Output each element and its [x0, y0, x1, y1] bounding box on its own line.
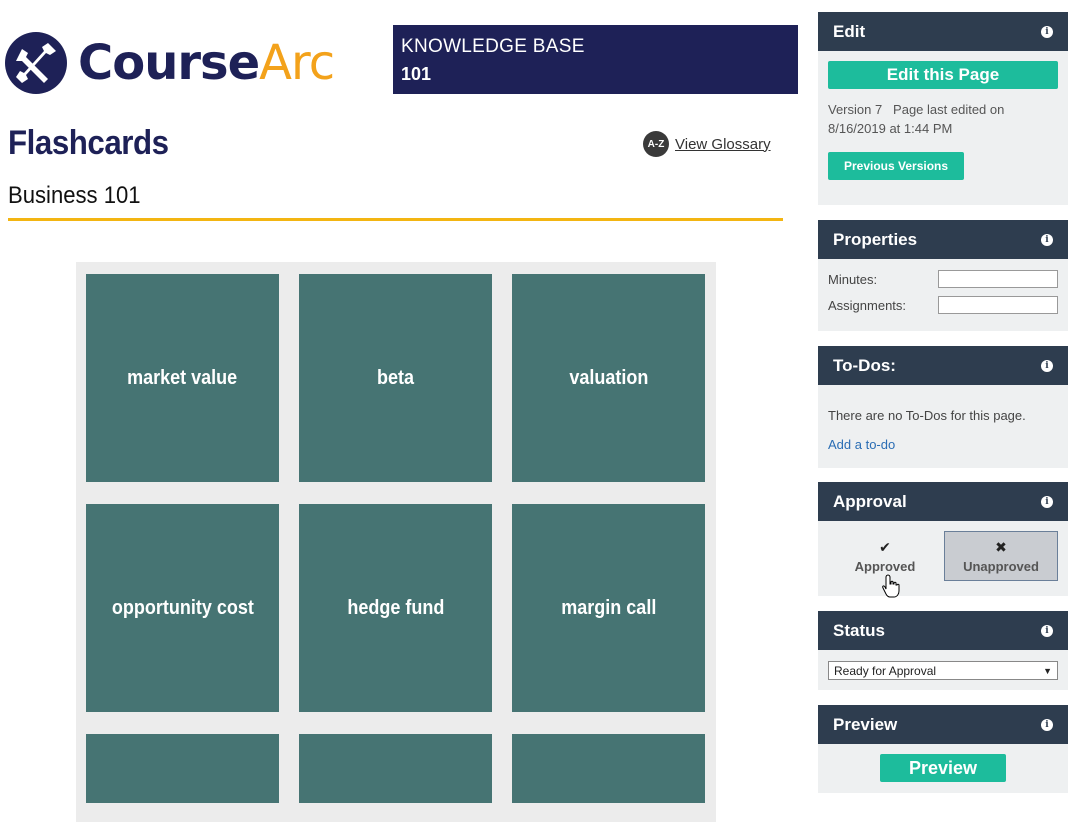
properties-panel-title: Properties [833, 229, 918, 249]
logo-wordmark: CourseArc [78, 39, 335, 87]
properties-panel: Properties i Minutes: Assignments: [818, 220, 1068, 331]
preview-panel-body: Preview [818, 744, 1068, 792]
flashcard[interactable] [512, 734, 705, 803]
coursearc-logo: CourseArc [4, 30, 335, 96]
course-title-line1: KNOWLEDGE BASE [401, 36, 585, 57]
view-glossary-link[interactable]: View Glossary [675, 136, 771, 153]
todos-panel: To-Dos: i There are no To-Dos for this p… [818, 346, 1068, 468]
flashcard-term: margin call [560, 596, 657, 619]
x-mark-icon: ✖ [995, 538, 1007, 555]
properties-panel-body: Minutes: Assignments: [818, 259, 1068, 328]
title-divider [8, 218, 783, 221]
flashcard-term: hedge fund [346, 596, 444, 619]
unapproved-label: Unapproved [963, 558, 1039, 574]
assignments-input[interactable] [938, 296, 1058, 314]
info-icon[interactable]: i [1041, 25, 1053, 38]
flashcard-term: market value [127, 366, 238, 389]
preview-button[interactable]: Preview [880, 754, 1006, 782]
status-panel-header: Status i [818, 611, 1068, 650]
assignments-row: Assignments: [828, 292, 1058, 318]
version-info: Version 7 Page last edited on 8/16/2019 … [828, 102, 1008, 136]
todos-panel-body: There are no To-Dos for this page. Add a… [818, 385, 1068, 462]
preview-panel-title: Preview [833, 714, 898, 734]
edit-this-page-button[interactable]: Edit this Page [828, 61, 1058, 89]
flashcard[interactable]: valuation [512, 274, 705, 482]
info-icon[interactable]: i [1041, 233, 1053, 246]
todos-panel-title: To-Dos: [833, 355, 896, 375]
course-title-line2: 101 [401, 64, 432, 84]
page-title: Flashcards [8, 124, 169, 162]
flashcard[interactable]: margin call [512, 504, 705, 712]
wrench-screwdriver-logo-icon [5, 32, 67, 94]
page-subtitle: Business 101 [8, 182, 141, 209]
approval-panel-title: Approval [833, 491, 907, 511]
dropdown-arrow-icon: ▼ [1043, 665, 1052, 676]
flashcard[interactable]: opportunity cost [86, 504, 279, 712]
minutes-label: Minutes: [828, 271, 878, 287]
info-icon[interactable]: i [1041, 624, 1053, 637]
flashcard[interactable] [86, 734, 279, 803]
flashcard-grid: market value beta valuation opportunity … [76, 262, 716, 822]
checkmark-icon: ✔ [879, 538, 891, 555]
approval-options: ✔ Approved ✖ Unapproved [818, 521, 1068, 591]
info-icon[interactable]: i [1041, 359, 1053, 372]
assignments-label: Assignments: [828, 297, 907, 313]
edit-panel-header: Edit i [818, 12, 1068, 51]
status-panel-title: Status [833, 620, 885, 640]
info-icon[interactable]: i [1041, 495, 1053, 508]
todos-panel-header: To-Dos: i [818, 346, 1068, 385]
no-todos-text: There are no To-Dos for this page. [828, 408, 1026, 423]
approval-panel-header: Approval i [818, 482, 1068, 521]
properties-panel-header: Properties i [818, 220, 1068, 259]
edit-panel-title: Edit [833, 21, 866, 41]
status-panel-body: Ready for Approval ▼ [818, 650, 1068, 690]
flashcard[interactable]: market value [86, 274, 279, 482]
hand-pointer-cursor-icon [882, 574, 900, 598]
logo-arc: Arc [259, 35, 335, 91]
minutes-input[interactable] [938, 270, 1058, 288]
add-todo-link[interactable]: Add a to-do [828, 437, 1058, 452]
az-glossary-icon[interactable]: A-Z [643, 131, 669, 157]
flashcard-term: valuation [568, 366, 649, 389]
flashcard-term: opportunity cost [111, 596, 254, 619]
edit-panel-body: Edit this Page Version 7 Page last edite… [818, 51, 1068, 190]
previous-versions-button[interactable]: Previous Versions [828, 152, 965, 180]
info-icon[interactable]: i [1041, 718, 1053, 731]
course-title-box: KNOWLEDGE BASE 101 [393, 25, 798, 94]
status-select[interactable]: Ready for Approval ▼ [828, 661, 1058, 680]
logo-course: Course [78, 35, 260, 91]
view-glossary[interactable]: A-Z View Glossary [643, 131, 771, 157]
edit-panel: Edit i Edit this Page Version 7 Page las… [818, 12, 1068, 205]
flashcard[interactable]: hedge fund [299, 504, 492, 712]
preview-panel: Preview i Preview [818, 705, 1068, 793]
flashcard[interactable] [299, 734, 492, 803]
status-panel: Status i Ready for Approval ▼ [818, 611, 1068, 690]
minutes-row: Minutes: [828, 266, 1058, 292]
unapproved-button[interactable]: ✖ Unapproved [944, 531, 1058, 581]
status-selected-value: Ready for Approval [834, 663, 937, 678]
flashcard[interactable]: beta [299, 274, 492, 482]
preview-panel-header: Preview i [818, 705, 1068, 744]
flashcard-term: beta [376, 366, 415, 389]
approved-label: Approved [854, 558, 916, 574]
approval-panel: Approval i ✔ Approved ✖ Unapproved [818, 482, 1068, 596]
